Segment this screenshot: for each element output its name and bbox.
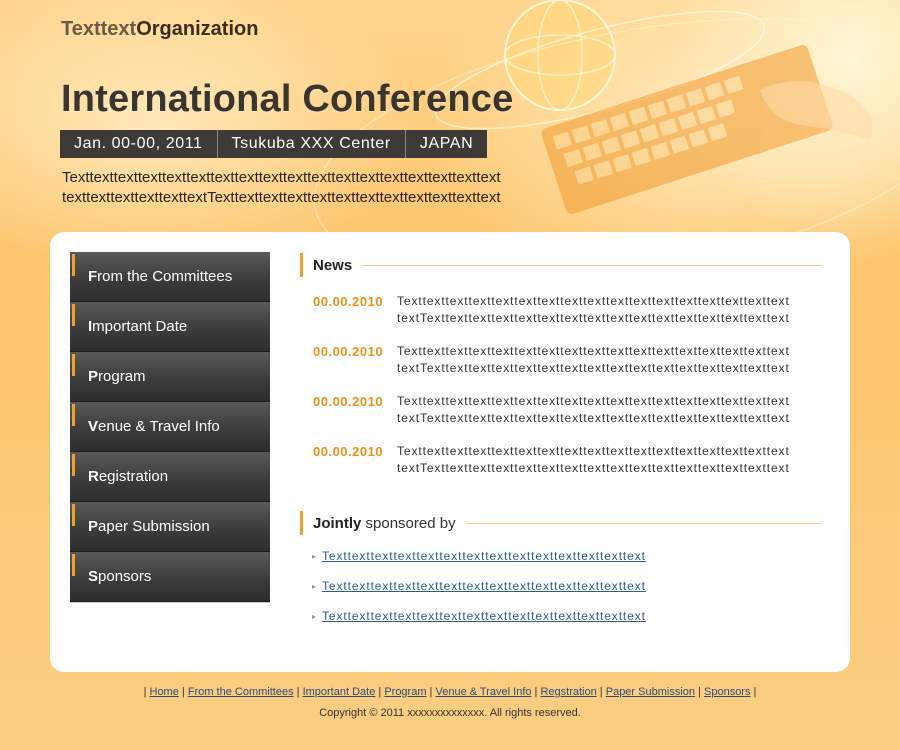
event-venue: Tsukuba XXX Center bbox=[218, 130, 406, 158]
heading-accent-bar bbox=[300, 511, 303, 535]
event-info-bar: Jan. 00-00, 2011 Tsukuba XXX Center JAPA… bbox=[60, 130, 488, 158]
menu-initial: V bbox=[88, 418, 99, 435]
sidebar-menu: From the Committees Important Date Progr… bbox=[70, 252, 270, 603]
organization-logo[interactable]: TexttextOrganization bbox=[61, 18, 258, 41]
page-title: International Conference bbox=[61, 78, 514, 120]
footer-link-home[interactable]: Home bbox=[150, 686, 179, 698]
heading-accent-bar bbox=[300, 253, 303, 277]
sponsor-link[interactable]: Texttexttexttexttexttexttexttexttexttext… bbox=[322, 609, 646, 623]
menu-initial: P bbox=[88, 518, 99, 535]
footer-link-sponsors[interactable]: Sponsors bbox=[704, 686, 750, 698]
news-date: 00.00.2010 bbox=[313, 394, 384, 409]
sidebar-item-venue[interactable]: Venue & Travel Info bbox=[70, 402, 270, 452]
menu-initial: P bbox=[88, 368, 99, 385]
bullet-arrow-icon: ▸ bbox=[312, 551, 317, 561]
menu-label: enue & Travel Info bbox=[98, 418, 220, 435]
news-text-line: Texttexttexttexttexttexttexttexttexttext… bbox=[397, 294, 790, 308]
sidebar-item-sponsors[interactable]: Sponsors bbox=[70, 552, 270, 602]
footer-link-committees[interactable]: From the Committees bbox=[188, 686, 294, 698]
menu-label: rom the Committees bbox=[97, 268, 233, 285]
sponsors-heading-rest: sponsored by bbox=[361, 514, 456, 532]
footer-nav: | Home | From the Committees | Important… bbox=[143, 686, 757, 698]
menu-label: aper Submission bbox=[98, 518, 210, 535]
footer-link-registration[interactable]: Regstration bbox=[540, 686, 596, 698]
sidebar-item-program[interactable]: Program bbox=[70, 352, 270, 402]
sponsors-heading: Jointly sponsored by bbox=[300, 511, 822, 535]
menu-label: mportant Date bbox=[92, 318, 188, 335]
menu-label: ponsors bbox=[98, 568, 152, 585]
news-item[interactable]: 00.00.2010 Texttexttexttexttexttexttextt… bbox=[313, 343, 813, 377]
event-date: Jan. 00-00, 2011 bbox=[60, 130, 218, 158]
news-date: 00.00.2010 bbox=[313, 444, 384, 459]
heading-rule bbox=[465, 522, 822, 524]
sponsor-link[interactable]: Texttexttexttexttexttexttexttexttexttext… bbox=[322, 549, 646, 563]
menu-initial: S bbox=[88, 568, 99, 585]
org-name-part2: Organization bbox=[136, 18, 259, 40]
news-date: 00.00.2010 bbox=[313, 294, 384, 309]
footer-link-paper-submission[interactable]: Paper Submission bbox=[606, 686, 695, 698]
news-item[interactable]: 00.00.2010 Texttexttexttexttexttexttextt… bbox=[313, 393, 813, 427]
footer-link-program[interactable]: Program bbox=[384, 686, 426, 698]
sidebar-item-important-date[interactable]: Important Date bbox=[70, 302, 270, 352]
news-text-line: textTexttexttexttexttexttexttexttexttext… bbox=[397, 411, 790, 425]
news-heading: News bbox=[300, 253, 822, 277]
news-text-line: textTexttexttexttexttexttexttexttexttext… bbox=[397, 361, 790, 375]
sidebar-item-paper-submission[interactable]: Paper Submission bbox=[70, 502, 270, 552]
sponsor-item: ▸ Texttexttexttexttexttexttexttexttextte… bbox=[312, 579, 646, 593]
news-text-line: Texttexttexttexttexttexttexttexttexttext… bbox=[397, 444, 790, 458]
news-item[interactable]: 00.00.2010 Texttexttexttexttexttexttextt… bbox=[313, 293, 813, 327]
copyright-text: Copyright © 2011 xxxxxxxxxxxxxx. All rig… bbox=[319, 707, 581, 719]
intro-line: Texttexttexttexttexttexttexttexttexttext… bbox=[62, 169, 501, 186]
sidebar-item-committees[interactable]: From the Committees bbox=[70, 252, 270, 302]
sponsor-item: ▸ Texttexttexttexttexttexttexttexttextte… bbox=[312, 549, 646, 563]
sidebar-item-registration[interactable]: Registration bbox=[70, 452, 270, 502]
news-text-line: Texttexttexttexttexttexttexttexttexttext… bbox=[397, 344, 790, 358]
news-date: 00.00.2010 bbox=[313, 344, 384, 359]
menu-initial: R bbox=[88, 468, 99, 485]
sponsors-heading-bold: Jointly bbox=[313, 514, 362, 532]
sponsor-item: ▸ Texttexttexttexttexttexttexttexttextte… bbox=[312, 609, 646, 623]
menu-label: egistration bbox=[98, 468, 169, 485]
news-text-line: textTexttexttexttexttexttexttexttexttext… bbox=[397, 461, 790, 475]
intro-line: texttexttexttexttexttextTexttexttexttext… bbox=[62, 189, 501, 206]
news-heading-label: News bbox=[313, 256, 353, 274]
org-name-part1: Texttext bbox=[61, 18, 137, 40]
intro-text: Texttexttexttexttexttexttexttexttexttext… bbox=[62, 168, 501, 208]
news-text-line: textTexttexttexttexttexttexttexttexttext… bbox=[397, 311, 790, 325]
footer-link-important-date[interactable]: Important Date bbox=[303, 686, 376, 698]
menu-initial: F bbox=[88, 268, 98, 285]
news-text-line: Texttexttexttexttexttexttexttexttexttext… bbox=[397, 394, 790, 408]
menu-label: rogram bbox=[98, 368, 146, 385]
bullet-arrow-icon: ▸ bbox=[312, 611, 317, 621]
heading-rule bbox=[362, 264, 822, 266]
event-country: JAPAN bbox=[419, 135, 474, 152]
bullet-arrow-icon: ▸ bbox=[312, 581, 317, 591]
news-item[interactable]: 00.00.2010 Texttexttexttexttexttexttextt… bbox=[313, 443, 813, 477]
sponsor-link[interactable]: Texttexttexttexttexttexttexttexttexttext… bbox=[322, 579, 646, 593]
footer-link-venue[interactable]: Venue & Travel Info bbox=[435, 686, 531, 698]
